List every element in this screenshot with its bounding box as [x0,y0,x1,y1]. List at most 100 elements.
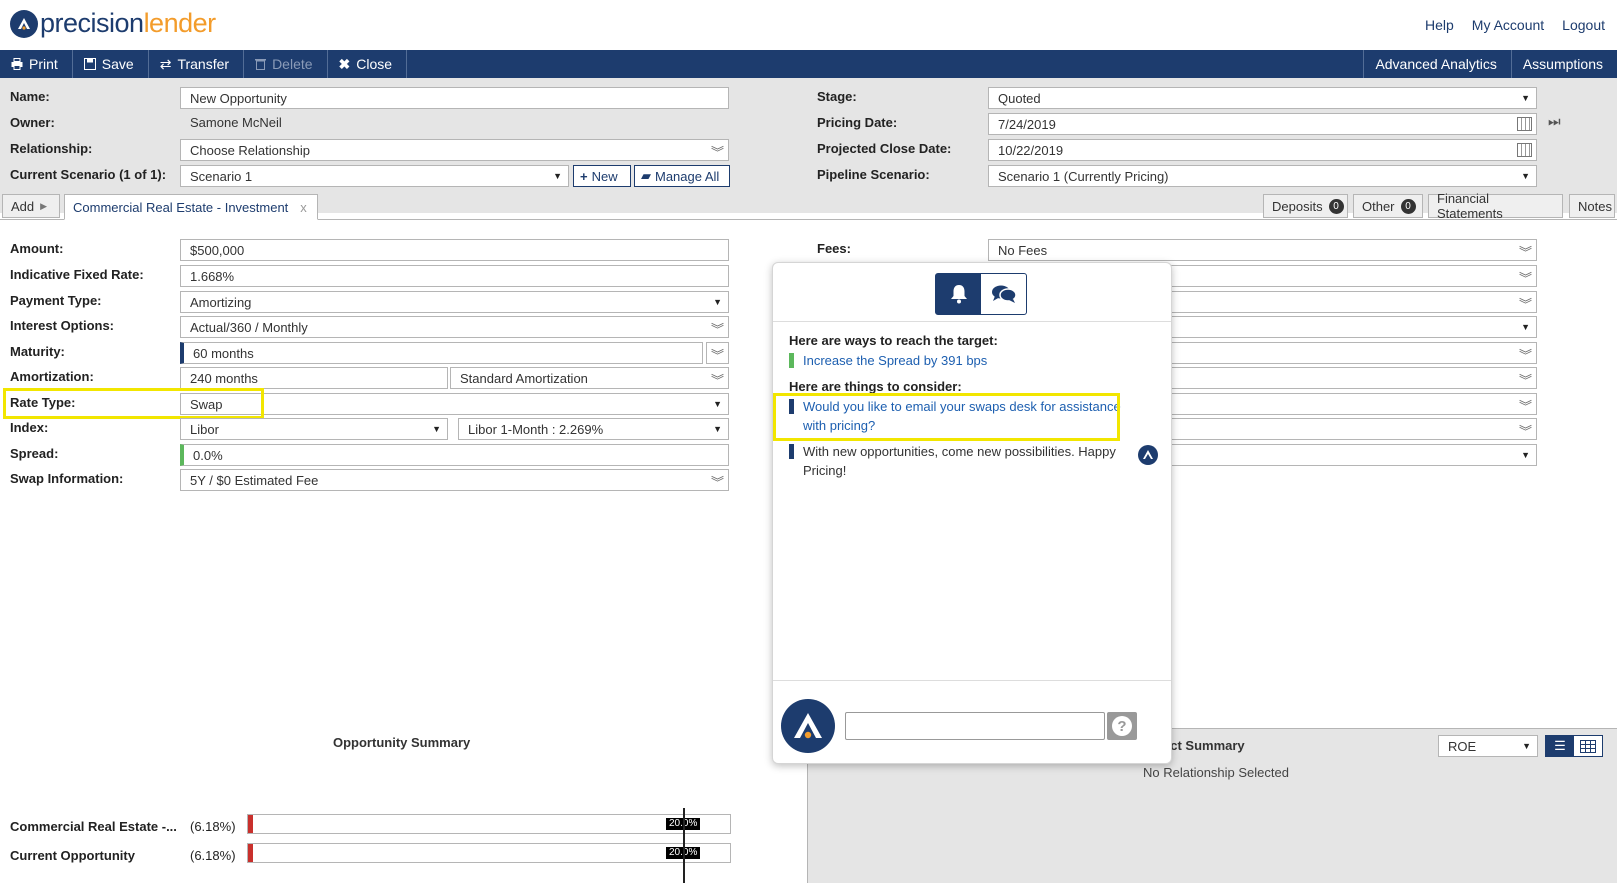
target-heading: Here are ways to reach the target: [789,333,998,348]
projected-close-label: Projected Close Date: [817,141,952,156]
manage-all-label: Manage All [655,168,720,184]
assistant-message-input[interactable] [845,712,1105,740]
opportunity-summary: Opportunity Summary Commercial Real Esta… [0,690,808,883]
manage-all-button[interactable]: ▰ Manage All [634,165,730,187]
logo-text-lender: lender [143,8,217,38]
swap-information-select[interactable]: 5Y / $0 Estimated Fee [180,469,729,491]
no-relationship-message: No Relationship Selected [1143,765,1289,780]
fees-select[interactable]: No Fees [988,239,1537,261]
popup-tab-alerts[interactable] [936,274,981,314]
rate-type-highlight [3,388,264,419]
spread-input[interactable]: 0.0% [180,444,729,466]
print-button[interactable]: Print [0,50,73,78]
index-select[interactable]: Libor [180,418,448,440]
help-link[interactable]: Help [1425,17,1454,33]
bell-icon [950,285,967,304]
skip-forward-icon[interactable]: ⏭ [1548,113,1561,130]
advanced-analytics-button[interactable]: Advanced Analytics [1363,50,1510,78]
greeting-text: With new opportunities, come new possibi… [803,444,1116,478]
popup-divider [773,680,1171,681]
close-tab-icon[interactable]: x [300,200,307,215]
scenario-select[interactable]: Scenario 1 [180,165,569,187]
consider-item-greeting: With new opportunities, come new possibi… [789,442,1129,480]
interest-options-label: Interest Options: [10,318,115,333]
relationship-label: Relationship: [10,141,93,156]
assistant-avatar-icon [1138,445,1158,465]
tab-notes[interactable]: Notes [1569,194,1615,218]
stage-select[interactable]: Quoted [988,87,1537,109]
projected-close-input[interactable]: 10/22/2019 [988,139,1537,161]
delete-button[interactable]: Delete [244,50,328,78]
fees-label: Fees: [817,241,851,256]
owner-label: Owner: [10,115,55,130]
list-view-icon[interactable]: ☰ [1546,736,1574,756]
opportunity-header: Name: New Opportunity Owner: Samone McNe… [0,78,1617,213]
tab-financial-statements[interactable]: Financial Statements [1428,191,1563,221]
top-header: precision lender Help My Account Logout [0,0,1617,50]
new-scenario-button[interactable]: + New [573,165,631,187]
summary-row-label: Commercial Real Estate -... [10,819,177,834]
relationship-select[interactable]: Choose Relationship [180,139,729,161]
name-input[interactable]: New Opportunity [180,87,729,109]
tab-other[interactable]: Other 0 [1353,194,1423,218]
close-button[interactable]: ✖ Close [328,50,408,78]
assumptions-button[interactable]: Assumptions [1510,50,1617,78]
amount-input[interactable]: $500,000 [180,239,729,261]
tab-commercial-real-estate[interactable]: Commercial Real Estate - Investment x [64,194,318,220]
summary-row-label: Current Opportunity [10,848,135,863]
brand-logo[interactable]: precision lender [10,8,216,39]
folder-icon: ▰ [641,168,651,183]
close-icon: ✖ [338,55,351,72]
index-detail-select[interactable]: Libor 1-Month : 2.269% [458,418,729,440]
interest-options-select[interactable]: Actual/360 / Monthly [180,316,729,338]
close-label: Close [356,56,393,72]
consider-heading: Here are things to consider: [789,379,962,394]
summary-row-value: (6.18%) [190,819,236,834]
summary-progress-bar: 20.0% [247,814,731,834]
deposits-count-badge: 0 [1328,198,1344,214]
print-label: Print [29,56,58,72]
print-icon [11,58,23,70]
top-links: Help My Account Logout [1425,17,1605,33]
add-tab-button[interactable]: Add ▶ [2,194,60,218]
indicative-fixed-rate-label: Indicative Fixed Rate: [10,267,144,282]
pipeline-scenario-select[interactable]: Scenario 1 (Currently Pricing) [988,165,1537,187]
tab-deposits[interactable]: Deposits 0 [1263,194,1348,218]
calendar-icon[interactable] [1517,143,1532,157]
payment-type-label: Payment Type: [10,293,102,308]
navy-indicator [789,444,794,459]
tab-commercial-real-estate-label: Commercial Real Estate - Investment [73,199,289,215]
pricing-date-input[interactable]: 7/24/2019 [988,113,1537,135]
logout-link[interactable]: Logout [1562,17,1605,33]
new-scenario-label: New [591,168,618,184]
payment-type-select[interactable]: Amortizing [180,291,729,313]
relationship-summary-title: act Summary [1163,738,1245,753]
pipeline-scenario-label: Pipeline Scenario: [817,167,930,182]
transfer-button[interactable]: ⇄ Transfer [149,50,245,78]
amount-label: Amount: [10,241,64,256]
assistant-logo-icon [781,699,835,753]
target-marker-line [683,808,685,883]
caret-right-icon: ▶ [40,200,48,211]
transfer-label: Transfer [177,56,230,72]
pricing-date-label: Pricing Date: [817,115,898,130]
metric-select[interactable]: ROE [1438,735,1538,757]
maturity-options-button[interactable] [706,342,729,364]
tab-other-label: Other [1362,198,1395,214]
amortization-type-select[interactable]: Standard Amortization [450,367,729,389]
help-button[interactable]: ? [1107,712,1137,740]
my-account-link[interactable]: My Account [1472,17,1544,33]
calendar-icon[interactable] [1517,117,1532,131]
owner-value: Samone McNeil [190,115,282,130]
increase-spread-link[interactable]: Increase the Spread by 391 bps [803,353,987,368]
guidance-popup: Here are ways to reach the target: Incre… [772,262,1172,764]
amortization-input[interactable]: 240 months [180,367,448,389]
stage-label: Stage: [817,89,857,104]
toolbar-right-group: Advanced Analytics Assumptions [1363,50,1617,78]
indicative-fixed-rate-input[interactable]: 1.668% [180,265,729,287]
save-button[interactable]: Save [73,50,149,78]
grid-view-icon[interactable] [1574,736,1602,756]
maturity-input[interactable]: 60 months [180,342,703,364]
target-suggestion[interactable]: Increase the Spread by 391 bps [789,351,1129,370]
popup-tab-chat[interactable] [981,274,1026,314]
